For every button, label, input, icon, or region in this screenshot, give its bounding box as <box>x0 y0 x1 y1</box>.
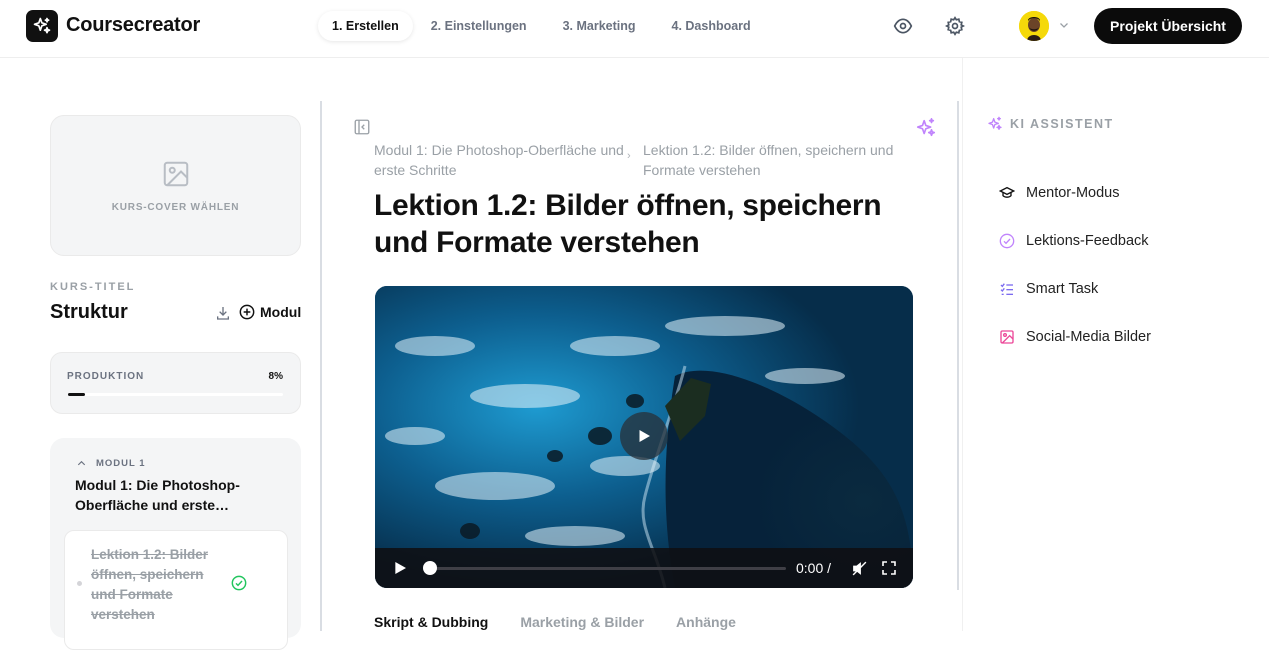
right-divider[interactable] <box>957 101 959 590</box>
ai-item-smart-task[interactable]: Smart Task <box>999 281 1098 297</box>
structure-title: Struktur <box>50 301 128 323</box>
video-controls: 0:00 / <box>375 548 913 588</box>
breadcrumb-lesson[interactable]: Lektion 1.2: Bilder öffnen, speichern un… <box>643 140 923 180</box>
play-icon[interactable] <box>392 560 408 576</box>
video-seek-handle[interactable] <box>423 561 437 575</box>
avatar[interactable] <box>1019 11 1049 41</box>
video-player[interactable]: 0:00 / <box>375 286 913 588</box>
course-cover-picker[interactable]: KURS-COVER WÄHLEN <box>50 115 301 256</box>
panel-border <box>962 58 963 631</box>
sparkles-icon <box>32 16 52 36</box>
production-percent: 8% <box>268 371 283 382</box>
breadcrumb-separator: › <box>627 150 631 162</box>
lesson-item[interactable]: Lektion 1.2: Bilder öffnen, speichern un… <box>64 530 288 650</box>
lesson-dot <box>77 581 82 586</box>
module-number: MODUL 1 <box>96 458 146 469</box>
gear-icon[interactable] <box>944 15 966 37</box>
lesson-title: Lektion 1.2: Bilder öffnen, speichern un… <box>91 547 209 622</box>
ai-item-label: Mentor-Modus <box>1026 185 1120 201</box>
course-title-label[interactable]: KURS-TITEL <box>50 281 135 293</box>
production-progress-fill <box>68 393 86 396</box>
download-icon[interactable] <box>215 305 231 321</box>
check-circle-icon <box>999 233 1015 249</box>
video-seek-bar[interactable] <box>424 567 786 570</box>
chevron-down-icon[interactable] <box>1058 19 1070 31</box>
step-dashboard[interactable]: 4. Dashboard <box>654 11 769 41</box>
module-title[interactable]: Modul 1: Die Photoshop-Oberfläche und er… <box>75 475 275 515</box>
play-overlay-button[interactable] <box>620 412 668 460</box>
graduation-cap-icon <box>999 185 1015 201</box>
check-circle-icon <box>231 575 247 591</box>
image-icon <box>161 159 191 189</box>
cover-label: KURS-COVER WÄHLEN <box>111 202 240 213</box>
fullscreen-icon[interactable] <box>881 560 897 576</box>
play-icon <box>639 430 650 442</box>
ai-item-label: Lektions-Feedback <box>1026 233 1149 249</box>
tab-marketing-bilder[interactable]: Marketing & Bilder <box>520 614 644 630</box>
step-nav: 1. Erstellen 2. Einstellungen 3. Marketi… <box>318 10 769 42</box>
image-icon <box>999 329 1015 345</box>
step-erstellen[interactable]: 1. Erstellen <box>318 11 413 41</box>
breadcrumb-module[interactable]: Modul 1: Die Photoshop-Oberfläche und er… <box>374 140 624 180</box>
production-label: PRODUKTION <box>67 371 145 382</box>
sparkles-icon <box>987 116 1003 132</box>
add-module-label: Modul <box>260 304 302 320</box>
ai-item-social-images[interactable]: Social-Media Bilder <box>999 329 1151 345</box>
tab-skript-dubbing[interactable]: Skript & Dubbing <box>374 614 488 630</box>
app-logo[interactable] <box>26 10 58 42</box>
ai-item-label: Social-Media Bilder <box>1026 329 1151 345</box>
ai-assistant-header: KI ASSISTENT <box>987 116 1114 132</box>
mute-icon[interactable] <box>851 560 868 577</box>
ai-item-feedback[interactable]: Lektions-Feedback <box>999 233 1149 249</box>
plus-circle-icon <box>239 304 255 320</box>
content-tabs: Skript & Dubbing Marketing & Bilder Anhä… <box>374 614 736 630</box>
left-divider[interactable] <box>320 101 322 631</box>
chevron-up-icon[interactable] <box>76 458 87 469</box>
collapse-sidebar-icon[interactable] <box>353 118 371 136</box>
production-progress-card: PRODUKTION 8% <box>50 352 301 414</box>
app-name: Coursecreator <box>66 14 201 36</box>
checklist-icon <box>999 281 1015 297</box>
tab-anhaenge[interactable]: Anhänge <box>676 614 736 630</box>
video-time: 0:00 / <box>796 560 832 576</box>
production-progress-bar <box>68 393 283 396</box>
eye-icon[interactable] <box>892 15 914 37</box>
ai-item-label: Smart Task <box>1026 281 1099 297</box>
project-overview-button[interactable]: Projekt Übersicht <box>1094 8 1242 44</box>
step-marketing[interactable]: 3. Marketing <box>545 11 654 41</box>
ai-assistant-title: KI ASSISTENT <box>1010 117 1114 131</box>
module-card: MODUL 1 Modul 1: Die Photoshop-Oberfläch… <box>50 438 301 650</box>
top-bar: Coursecreator 1. Erstellen 2. Einstellun… <box>0 0 1269 58</box>
ai-item-mentor[interactable]: Mentor-Modus <box>999 185 1119 201</box>
lesson-heading: Lektion 1.2: Bilder öffnen, speichern un… <box>374 189 882 259</box>
add-module-button[interactable]: Modul <box>239 304 301 320</box>
ai-sparkles-icon[interactable] <box>915 117 937 139</box>
step-einstellungen[interactable]: 2. Einstellungen <box>413 11 545 41</box>
